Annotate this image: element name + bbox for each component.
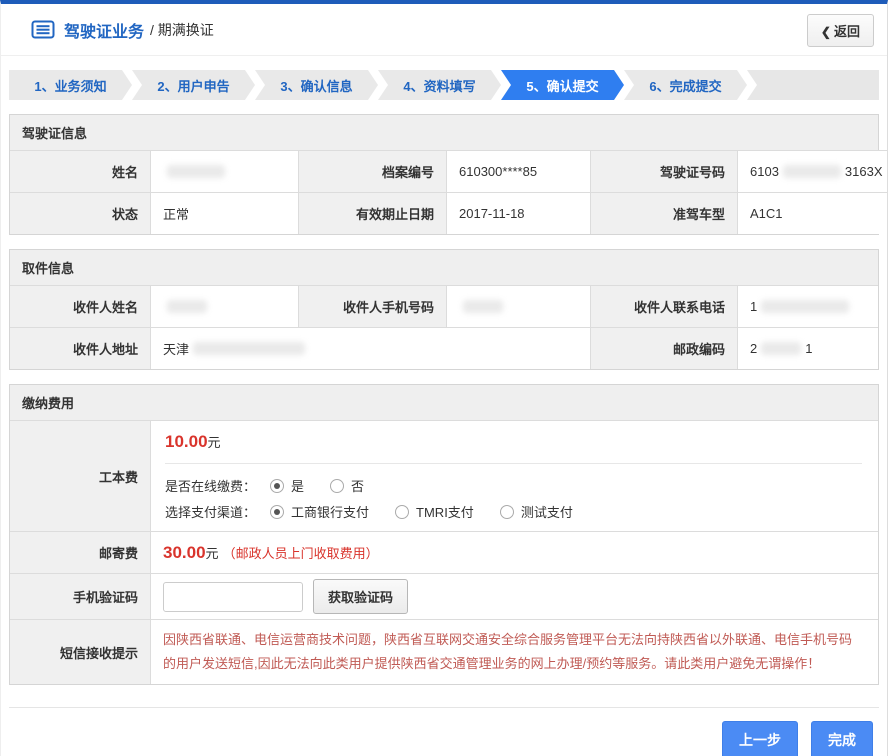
page-title: 驾驶证业务 (64, 18, 144, 42)
get-code-button[interactable]: 获取验证码 (313, 579, 408, 614)
fee-divider (165, 463, 862, 464)
pay-channel-question: 选择支付渠道： (165, 502, 256, 521)
sms-code-label: 手机验证码 (10, 573, 151, 619)
back-chevron-icon: ❮ (821, 25, 831, 39)
postal-code-value: 21 (738, 327, 878, 369)
previous-step-button[interactable]: 上一步 (722, 721, 798, 756)
license-number-suffix: 3163X (845, 164, 883, 179)
license-info-title: 驾驶证信息 (10, 115, 878, 150)
license-number-label: 驾驶证号码 (591, 150, 738, 192)
sms-tip-label: 短信接收提示 (10, 619, 151, 684)
yuan-unit: 元 (206, 543, 219, 562)
redacted-value (783, 165, 841, 178)
expiry-label: 有效期止日期 (299, 192, 447, 234)
status-label: 状态 (10, 192, 151, 234)
postal-code-label: 邮政编码 (591, 327, 738, 369)
sms-tip-cell: 因陕西省联通、电信运营商技术问题，陕西省互联网交通安全综合服务管理平台无法向持陕… (151, 619, 878, 684)
mail-fee-value: 30.00元（邮政人员上门收取费用） (151, 531, 878, 573)
step-5-confirm-submit: 5、确认提交 (501, 70, 624, 100)
step-progress-bar: 1、业务须知 2、用户申告 3、确认信息 4、资料填写 5、确认提交 6、完成提… (9, 70, 879, 100)
radio-unchecked-icon[interactable] (330, 479, 344, 493)
redacted-value (761, 300, 849, 313)
radio-tmri-label: TMRI支付 (416, 502, 474, 521)
recipient-phone-label: 收件人联系电话 (591, 285, 738, 327)
radio-option-yes[interactable]: 是 (270, 476, 304, 495)
name-value (151, 150, 299, 192)
recipient-name-value (151, 285, 299, 327)
production-fee-amount: 10.00 (165, 432, 208, 451)
production-fee-cell: 10.00元 是否在线缴费： 是 否 选择支付渠道： 工商银行支付 TMRI支付… (151, 420, 878, 531)
radio-no-label: 否 (351, 476, 364, 495)
online-pay-question: 是否在线缴费： (165, 476, 256, 495)
page: 驾驶证业务 / 期满换证 ❮返回 1、业务须知 2、用户申告 3、确认信息 4、… (0, 0, 888, 756)
fees-section: 缴纳费用 工本费 10.00元 是否在线缴费： 是 否 选择支付渠道： 工商银行… (9, 384, 879, 685)
sms-code-input[interactable] (163, 582, 303, 612)
expiry-value: 2017-11-18 (447, 192, 591, 234)
license-number-prefix: 6103 (750, 164, 779, 179)
step-bar-filler (747, 70, 879, 100)
recipient-phone-prefix: 1 (750, 299, 757, 314)
fees-title: 缴纳费用 (10, 385, 878, 420)
header: 驾驶证业务 / 期满换证 ❮返回 (1, 4, 887, 56)
mail-fee-note: （邮政人员上门收取费用） (223, 543, 379, 562)
pay-channel-row: 选择支付渠道： 工商银行支付 TMRI支付 测试支付 (165, 502, 862, 521)
radio-test-label: 测试支付 (521, 502, 573, 521)
finish-button[interactable]: 完成 (811, 721, 873, 756)
license-card-icon (31, 20, 55, 39)
radio-checked-icon[interactable] (270, 479, 284, 493)
radio-unchecked-icon[interactable] (395, 505, 409, 519)
radio-option-test[interactable]: 测试支付 (500, 502, 573, 521)
redacted-value (193, 342, 305, 355)
name-label: 姓名 (10, 150, 151, 192)
radio-checked-icon[interactable] (270, 505, 284, 519)
recipient-address-value: 天津 (151, 327, 591, 369)
step-2-declaration: 2、用户申告 (132, 70, 255, 100)
radio-yes-label: 是 (291, 476, 304, 495)
license-info-section: 驾驶证信息 姓名 档案编号 610300****85 驾驶证号码 6103316… (9, 114, 879, 235)
file-number-label: 档案编号 (299, 150, 447, 192)
vehicle-class-label: 准驾车型 (591, 192, 738, 234)
status-value: 正常 (151, 192, 299, 234)
redacted-value (463, 300, 503, 313)
radio-option-icbc[interactable]: 工商银行支付 (270, 502, 369, 521)
recipient-address-label: 收件人地址 (10, 327, 151, 369)
recipient-address-prefix: 天津 (163, 339, 189, 358)
radio-unchecked-icon[interactable] (500, 505, 514, 519)
radio-option-no[interactable]: 否 (330, 476, 364, 495)
footer-actions: 上一步 完成 (9, 707, 879, 756)
production-fee-label: 工本费 (10, 420, 151, 531)
step-3-confirm-info: 3、确认信息 (255, 70, 378, 100)
pickup-info-title: 取件信息 (10, 250, 878, 285)
file-number-value: 610300****85 (447, 150, 591, 192)
mail-fee-label: 邮寄费 (10, 531, 151, 573)
production-fee-amount-line: 10.00元 (165, 432, 862, 452)
radio-option-tmri[interactable]: TMRI支付 (395, 502, 474, 521)
redacted-value (167, 300, 207, 313)
postal-code-suffix: 1 (805, 341, 812, 356)
recipient-mobile-value (447, 285, 591, 327)
recipient-phone-value: 1 (738, 285, 878, 327)
online-pay-row: 是否在线缴费： 是 否 (165, 476, 862, 495)
back-button[interactable]: ❮返回 (807, 14, 874, 47)
postal-code-prefix: 2 (750, 341, 757, 356)
yuan-unit: 元 (208, 435, 221, 450)
step-1-notice: 1、业务须知 (9, 70, 132, 100)
radio-icbc-label: 工商银行支付 (291, 502, 369, 521)
step-6-complete: 6、完成提交 (624, 70, 747, 100)
mail-fee-amount: 30.00 (163, 543, 206, 563)
back-button-label: 返回 (834, 24, 860, 39)
sms-code-row: 获取验证码 (151, 573, 878, 619)
step-4-fill-data: 4、资料填写 (378, 70, 501, 100)
redacted-value (761, 342, 801, 355)
sms-tip-text: 因陕西省联通、电信运营商技术问题，陕西省互联网交通安全综合服务管理平台无法向持陕… (163, 620, 870, 684)
vehicle-class-value: A1C1 (738, 192, 888, 234)
pickup-info-section: 取件信息 收件人姓名 收件人手机号码 收件人联系电话 1 收件人地址 天津 邮政… (9, 249, 879, 370)
redacted-value (167, 165, 225, 178)
recipient-mobile-label: 收件人手机号码 (299, 285, 447, 327)
license-number-value: 6103 3163X (738, 150, 888, 192)
recipient-name-label: 收件人姓名 (10, 285, 151, 327)
breadcrumb: / 期满换证 (150, 20, 214, 40)
